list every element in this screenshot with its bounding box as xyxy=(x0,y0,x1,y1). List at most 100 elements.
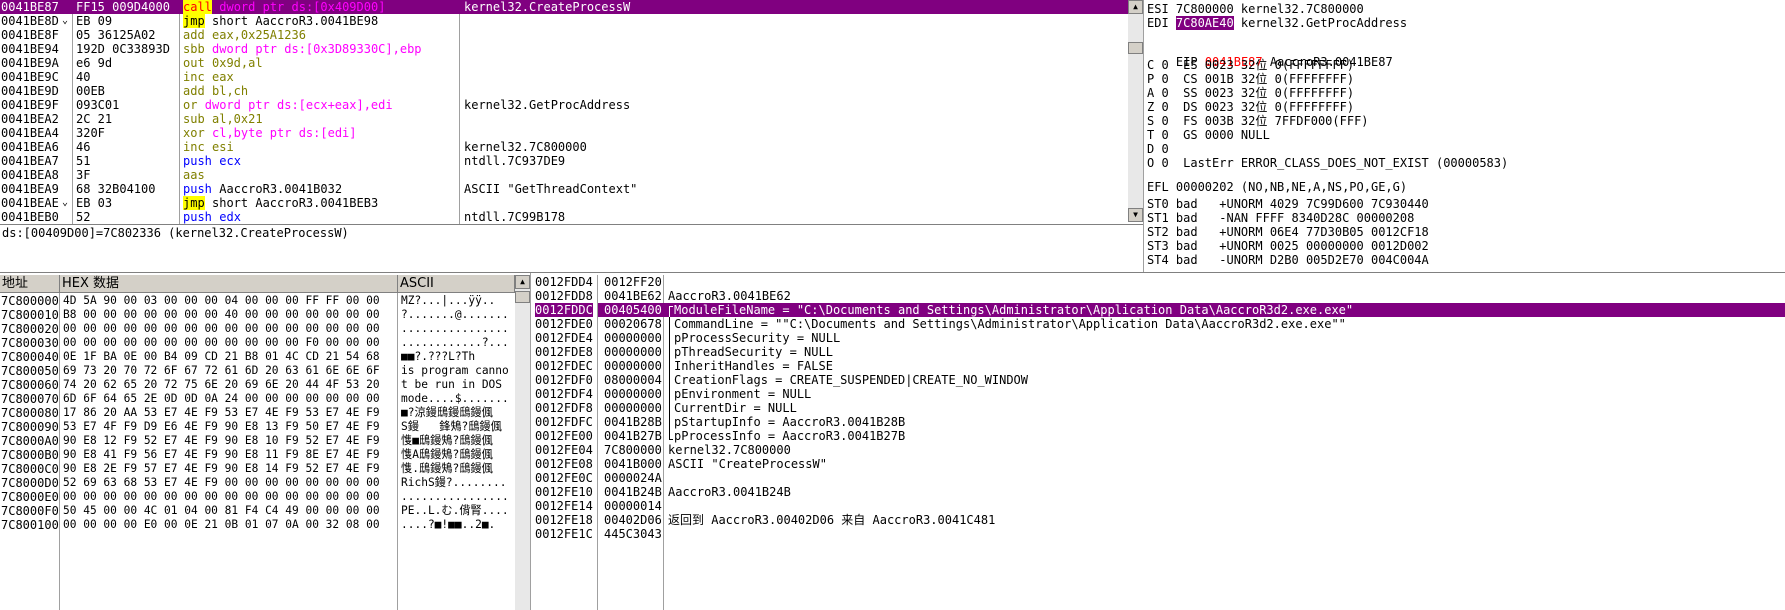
disasm-row[interactable]: 0041BE8F 05 36125A02 add eax,0x25A1236 xyxy=(0,28,1128,42)
dump-row[interactable]: 7C8000F0 50 45 00 00 4C 01 04 00 81 F4 C4… xyxy=(0,504,515,518)
disasm-row[interactable]: 0041BE9A e6 9d out 0x9d,al xyxy=(0,56,1128,70)
stack-row[interactable]: 0012FE14 00000014 xyxy=(532,499,1785,513)
stack-row[interactable]: 0012FDEC 00000000 InheritHandles = FALSE xyxy=(532,359,1785,373)
register-value[interactable]: 7C800000 xyxy=(1176,2,1234,16)
dump-hex: 6D 6F 64 65 2E 0D 0D 0A 24 00 00 00 00 0… xyxy=(63,392,380,405)
stack-row[interactable]: 0012FDD4 0012FF20 xyxy=(532,275,1785,289)
dump-row[interactable]: 7C800080 17 86 20 AA 53 E7 4E F9 53 E7 4E… xyxy=(0,406,515,420)
disasm-row[interactable]: 0041BE94 192D 0C33893D sbb dword ptr ds:[0x… xyxy=(0,42,1128,56)
stack-pane[interactable]: 0012FDD4 0012FF20 0012FDD8 0041BE62 AaccroR3… xyxy=(532,275,1785,610)
flag-row[interactable]: P 0 CS 001B 32位 0(FFFFFFFF) xyxy=(1147,72,1354,86)
flag-row[interactable]: A 0 SS 0023 32位 0(FFFFFFFF) xyxy=(1147,86,1354,100)
disasm-bytes: 2C 21 xyxy=(76,112,113,126)
disasm-row[interactable]: 0041BE9D 00EB add bl,ch xyxy=(0,84,1128,98)
disasm-row[interactable]: 0041BEA8 3F aas xyxy=(0,168,1128,182)
hex-dump-pane[interactable]: 地址 HEX 数据 ASCII 7C800000 4D 5A 90 00 03 0… xyxy=(0,275,515,610)
stack-row[interactable]: 0012FDFC 0041B28B pStartupInfo = AaccroR3.… xyxy=(532,415,1785,429)
dump-row[interactable]: 7C8000D0 52 69 63 68 53 E7 4E F9 00 00 00… xyxy=(0,476,515,490)
dump-row[interactable]: 7C8000B0 90 E8 41 F9 56 E7 4E F9 90 E8 11… xyxy=(0,448,515,462)
stack-row[interactable]: 0012FE18 00402D06 返回到 AaccroR3.00402D06 来自… xyxy=(532,513,1785,527)
disasm-row[interactable]: 0041BEA7 51 push ecx ntdll.7C937DE9 xyxy=(0,154,1128,168)
register-esi[interactable]: ESI 7C800000 kernel32.7C800000 xyxy=(1147,2,1364,16)
stack-value: 00000014 xyxy=(604,499,662,513)
stack-row[interactable]: 0012FDF0 08000004 CreationFlags = CREATE_S… xyxy=(532,373,1785,387)
disassembly-pane[interactable]: 0041BE87 FF15 009D4000 call dword ptr ds:[0… xyxy=(0,0,1128,226)
stack-row[interactable]: 0012FDE4 00000000 pProcessSecurity = NULL xyxy=(532,331,1785,345)
dump-row[interactable]: 7C800000 4D 5A 90 00 03 00 00 00 04 00 00… xyxy=(0,294,515,308)
dump-row[interactable]: 7C8000E0 00 00 00 00 00 00 00 00 00 00 00… xyxy=(0,490,515,504)
disasm-row[interactable]: 0041BEAE ⌄ EB 03 jmp short AaccroR3.0041BEB3 xyxy=(0,196,1128,210)
disasm-row[interactable]: 0041BEA6 46 inc esi kernel32.7C800000 xyxy=(0,140,1128,154)
stack-row[interactable]: 0012FDF8 00000000 CurrentDir = NULL xyxy=(532,401,1785,415)
disasm-row[interactable]: 0041BE9C 40 inc eax xyxy=(0,70,1128,84)
fpu-register[interactable]: ST1 bad -NAN FFFF 8340D28C 00000208 xyxy=(1147,211,1414,225)
stack-row[interactable]: 0012FE0C 0000024A xyxy=(532,471,1785,485)
dump-scrollbar[interactable]: ▲ xyxy=(515,275,530,610)
disasm-address: 0041BEA7 xyxy=(1,154,59,168)
eip-register[interactable]: EIP 0041BE87 AaccroR3.0041BE87 xyxy=(1147,38,1393,69)
stack-row[interactable]: 0012FE1C 445C3043 xyxy=(532,527,1785,541)
scroll-down-icon[interactable]: ▼ xyxy=(1128,208,1143,222)
register-value[interactable]: 7C80AE40 xyxy=(1175,16,1234,30)
scroll-thumb[interactable] xyxy=(515,291,530,303)
fpu-register[interactable]: ST4 bad -UNORM D2B0 005D2E70 004C004A xyxy=(1147,253,1429,267)
scroll-thumb[interactable] xyxy=(1128,42,1143,54)
stack-value: 00000000 xyxy=(604,359,662,373)
stack-value: 00000000 xyxy=(604,331,662,345)
stack-row[interactable]: 0012FE10 0041B24B AaccroR3.0041B24B xyxy=(532,485,1785,499)
disasm-comment: ntdll.7C937DE9 xyxy=(464,154,566,168)
dump-hex: 90 E8 2E F9 57 E7 4E F9 90 E8 14 F9 52 E… xyxy=(63,462,380,475)
disasm-row[interactable]: 0041BEB0 52 push edx ntdll.7C99B178 xyxy=(0,210,1128,224)
stack-row[interactable]: 0012FDF4 00000000 pEnvironment = NULL xyxy=(532,387,1785,401)
dump-row[interactable]: 7C800090 53 E7 4F F9 D9 E6 4E F9 90 E8 13… xyxy=(0,420,515,434)
stack-address: 0012FDF8 xyxy=(535,401,593,415)
flag-row[interactable]: C 0 ES 0023 32位 0(FFFFFFFF) xyxy=(1147,58,1354,72)
fpu-register[interactable]: ST2 bad +UNORM 06E4 77D30B05 0012CF18 xyxy=(1147,225,1429,239)
disasm-row[interactable]: 0041BEA4 320F xor cl,byte ptr ds:[edi] xyxy=(0,126,1128,140)
disasm-row[interactable]: 0041BE9F 093C01 or dword ptr ds:[ecx+eax],e… xyxy=(0,98,1128,112)
scroll-up-icon[interactable]: ▲ xyxy=(515,275,530,289)
dump-row[interactable]: 7C800060 74 20 62 65 20 72 75 6E 20 69 6E… xyxy=(0,378,515,392)
stack-row[interactable]: 0012FE04 7C800000 kernel32.7C800000 xyxy=(532,443,1785,457)
stack-row[interactable]: 0012FDD8 0041BE62 AaccroR3.0041BE62 xyxy=(532,289,1785,303)
flag-row[interactable]: Z 0 DS 0023 32位 0(FFFFFFFF) xyxy=(1147,100,1354,114)
arg-bracket xyxy=(669,359,673,373)
dump-hex: 00 00 00 00 00 00 00 00 00 00 00 00 F0 0… xyxy=(63,336,380,349)
stack-value: 0041B000 xyxy=(604,457,662,471)
dump-row[interactable]: 7C800020 00 00 00 00 00 00 00 00 00 00 00… xyxy=(0,322,515,336)
disasm-row[interactable]: 0041BE87 FF15 009D4000 call dword ptr ds:[0… xyxy=(0,0,1128,14)
disasm-operands: eax,0x25A1236 xyxy=(212,28,306,42)
disasm-row[interactable]: 0041BEA9 68 32B04100 push AaccroR3.0041B032… xyxy=(0,182,1128,196)
dump-header-hex[interactable]: HEX 数据 xyxy=(60,275,398,293)
fpu-register[interactable]: ST3 bad +UNORM 0025 00000000 0012D002 xyxy=(1147,239,1429,253)
fpu-register[interactable]: ST0 bad +UNORM 4029 7C99D600 7C930440 xyxy=(1147,197,1429,211)
flag-row[interactable]: O 0 LastErr ERROR_CLASS_DOES_NOT_EXIST (… xyxy=(1147,156,1508,170)
stack-row[interactable]: 0012FDE0 00020678 CommandLine = ""C:\Docum… xyxy=(532,317,1785,331)
disassembly-scrollbar[interactable]: ▲ ▼ xyxy=(1128,0,1143,222)
dump-header-ascii[interactable]: ASCII xyxy=(398,275,515,293)
registers-pane[interactable]: ESI 7C800000 kernel32.7C800000 EDI 7C80AE… xyxy=(1145,0,1785,272)
dump-row[interactable]: 7C800010 B8 00 00 00 00 00 00 00 40 00 00… xyxy=(0,308,515,322)
dump-row[interactable]: 7C800030 00 00 00 00 00 00 00 00 00 00 00… xyxy=(0,336,515,350)
dump-row[interactable]: 7C800050 69 73 20 70 72 6F 67 72 61 6D 20… xyxy=(0,364,515,378)
disasm-row[interactable]: 0041BE8D ⌄ EB 09 jmp short AaccroR3.0041BE98 xyxy=(0,14,1128,28)
stack-row[interactable]: 0012FE08 0041B000 ASCII "CreateProcessW" xyxy=(532,457,1785,471)
stack-row[interactable]: 0012FDDC 00405400 ModuleFileName = "C:\Doc… xyxy=(532,303,1785,318)
stack-row[interactable]: 0012FE00 0041B27B pProcessInfo = AaccroR3.… xyxy=(532,429,1785,443)
flag-row[interactable]: T 0 GS 0000 NULL xyxy=(1147,128,1270,142)
dump-row[interactable]: 7C800040 0E 1F BA 0E 00 B4 09 CD 21 B8 01… xyxy=(0,350,515,364)
register-edi[interactable]: EDI 7C80AE40 kernel32.GetProcAddress xyxy=(1147,16,1407,30)
flag-row[interactable]: S 0 FS 003B 32位 7FFDF000(FFF) xyxy=(1147,114,1369,128)
arg-bracket xyxy=(669,331,673,345)
flag-row[interactable]: D 0 xyxy=(1147,142,1183,156)
stack-row[interactable]: 0012FDE8 00000000 pThreadSecurity = NULL xyxy=(532,345,1785,359)
scroll-up-icon[interactable]: ▲ xyxy=(1128,0,1143,14)
disasm-row[interactable]: 0041BEA2 2C 21 sub al,0x21 xyxy=(0,112,1128,126)
dump-row[interactable]: 7C8000C0 90 E8 2E F9 57 E7 4E F9 90 E8 14… xyxy=(0,462,515,476)
dump-row[interactable]: 7C800100 00 00 00 00 E0 00 0E 21 0B 01 07… xyxy=(0,518,515,532)
dump-row[interactable]: 7C8000A0 90 E8 12 F9 52 E7 4E F9 90 E8 10… xyxy=(0,434,515,448)
efl-register[interactable]: EFL 00000202 (NO,NB,NE,A,NS,PO,GE,G) xyxy=(1147,179,1407,195)
stack-address: 0012FDD4 xyxy=(535,275,593,289)
dump-header-address[interactable]: 地址 xyxy=(0,275,60,293)
dump-row[interactable]: 7C800070 6D 6F 64 65 2E 0D 0D 0A 24 00 00… xyxy=(0,392,515,406)
